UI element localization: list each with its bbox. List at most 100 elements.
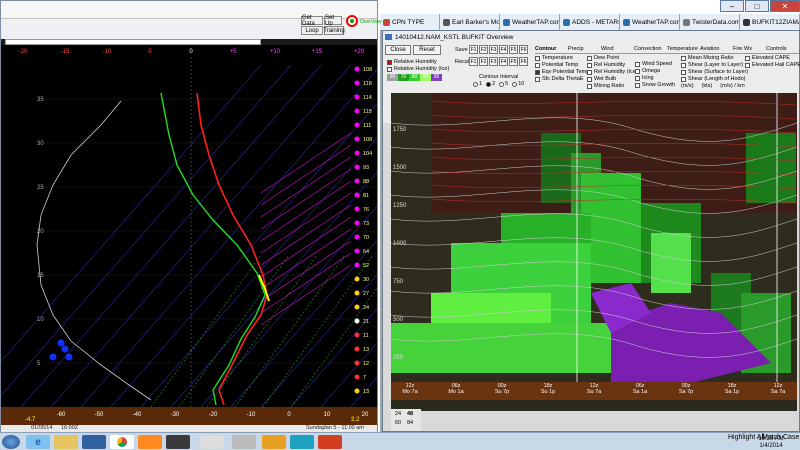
close-window-button[interactable]: ✕	[770, 0, 800, 12]
contour-option-checkbox[interactable]	[535, 77, 540, 82]
recall-f-key-button[interactable]: F1	[469, 57, 478, 66]
level-label: 30	[363, 277, 369, 283]
training-button[interactable]: Training	[323, 26, 345, 35]
precip-option-label: Mixing Ratio	[594, 83, 625, 89]
ie-icon[interactable]: e	[26, 435, 50, 449]
app-icon-5[interactable]	[318, 435, 342, 449]
precip-option-checkbox[interactable]	[587, 84, 592, 89]
rh-color-swatch: 90	[420, 74, 431, 81]
save-f-key-button[interactable]: F4	[499, 45, 508, 54]
contour-option-label: Eqv Potential Temp	[542, 69, 590, 75]
browser-tab[interactable]: TwisterData.com ...	[680, 14, 740, 30]
precip-option-checkbox[interactable]	[587, 63, 592, 68]
get-data-button[interactable]: Get Data	[301, 15, 323, 27]
browser-tab[interactable]: WeatherTAP.com ...	[620, 14, 680, 30]
fire-option-checkbox[interactable]	[745, 63, 750, 68]
browser-tab[interactable]: Earl Barker's Modi...	[440, 14, 500, 30]
recall-f-key-button[interactable]: F3	[489, 57, 498, 66]
column-header[interactable]: Controls	[766, 46, 786, 52]
app-icon-4[interactable]	[290, 435, 314, 449]
close-button[interactable]: Close	[385, 45, 411, 55]
temp-tick-label: -20	[19, 49, 28, 55]
steam-icon[interactable]	[166, 435, 190, 449]
bottom-temp-label: -40	[133, 412, 142, 418]
set-up-button[interactable]: Set Up	[324, 15, 342, 27]
time-height-plot: 1750 1500 1250 1000 750 500 250	[391, 93, 797, 411]
recall-f-key-button[interactable]: F5	[509, 57, 518, 66]
column-header[interactable]: Convection	[634, 46, 662, 52]
x-tick: 06z Sa 1a	[625, 383, 655, 395]
aviation-option-checkbox[interactable]	[681, 56, 686, 61]
fire-option-checkbox[interactable]	[745, 56, 750, 61]
column-header[interactable]: Aviation	[700, 46, 719, 52]
aviation-option-checkbox[interactable]	[681, 70, 686, 75]
browser-tab[interactable]: BUFKIT12ZIAMAN...	[740, 14, 800, 30]
app-icon-3[interactable]	[262, 435, 286, 449]
aviation-option-checkbox[interactable]	[681, 63, 686, 68]
save-f-key-button[interactable]: F6	[519, 45, 528, 54]
adiabat	[260, 192, 352, 254]
contour-option-checkbox[interactable]	[535, 70, 540, 75]
save-f-key-button[interactable]: F3	[489, 45, 498, 54]
folder-icon[interactable]	[54, 435, 78, 449]
save-f-key-button[interactable]: F5	[509, 45, 518, 54]
contour-option-checkbox[interactable]	[535, 63, 540, 68]
wind-option-checkbox[interactable]	[635, 76, 640, 81]
contour-interval-option[interactable]: 2	[486, 81, 495, 87]
browser-tab[interactable]: CPN TYPE	[380, 14, 440, 30]
browser-tab[interactable]: ADDS - METARs	[560, 14, 620, 30]
precip-option-checkbox[interactable]	[587, 70, 592, 75]
save-f-key-button[interactable]: F2	[479, 45, 488, 54]
column-header[interactable]: Contour	[535, 46, 556, 52]
column-header[interactable]: Precip	[568, 46, 584, 52]
contour-interval-option[interactable]: 5	[499, 81, 508, 87]
loop-button[interactable]: Loop	[301, 26, 323, 35]
column-header[interactable]: Fire Wx	[733, 46, 752, 52]
save-f-key-button[interactable]: F1	[469, 45, 478, 54]
column-header[interactable]: Temperature	[667, 46, 698, 52]
wind-option-checkbox[interactable]	[635, 83, 640, 88]
media-icon[interactable]	[82, 435, 106, 449]
unit-option[interactable]: (m/s) / km	[720, 83, 744, 89]
maximize-button[interactable]: □	[745, 0, 769, 12]
contour-interval-option[interactable]: 1	[473, 81, 482, 87]
recall-f-key-button[interactable]: F6	[519, 57, 528, 66]
isotherm	[110, 64, 412, 408]
reset-button[interactable]: Reset	[413, 45, 441, 55]
start-button-icon[interactable]	[2, 435, 20, 449]
adiabat	[260, 252, 352, 314]
parcel-marker	[61, 345, 69, 353]
wind-option-checkbox[interactable]	[635, 69, 640, 74]
tab-favicon-icon	[563, 18, 570, 26]
forecast-hour-box[interactable]: 24 48 60 84	[391, 409, 421, 431]
recall-f-key-button[interactable]: F4	[499, 57, 508, 66]
bottom-temp-label: -60	[57, 412, 66, 418]
precip-option-label: Dew Point	[594, 55, 620, 61]
contour-interval-option[interactable]: 10	[512, 81, 524, 87]
minimize-button[interactable]: –	[720, 0, 744, 12]
contour-option-checkbox[interactable]	[535, 56, 540, 61]
wind-option-label: Wind Speed	[642, 61, 672, 67]
level-dot	[354, 374, 360, 380]
column-header[interactable]: Wind	[601, 46, 614, 52]
unit-option[interactable]: (m/s)	[681, 83, 694, 89]
desktop: – □ ✕ CPN TYPE Earl Barker's Modi... Weath…	[0, 0, 800, 450]
app-icon-1[interactable]	[200, 435, 224, 449]
recall-f-key-button[interactable]: F2	[479, 57, 488, 66]
x-tick-labels: 12z Mo 7a 06z Mo 1a 00z Su 7p 18z Su 1p 12z Su 7a…	[391, 382, 797, 400]
rh-checkbox[interactable]	[387, 60, 392, 65]
browser-tab[interactable]: WeatherTAP.com ...	[500, 14, 560, 30]
app-icon-2[interactable]	[232, 435, 256, 449]
precip-option-checkbox[interactable]	[587, 77, 592, 82]
unit-option[interactable]: (kts)	[702, 83, 713, 89]
rh-ice-checkbox[interactable]	[387, 67, 392, 72]
level-label: 11	[363, 333, 369, 339]
precip-option-checkbox[interactable]	[587, 56, 592, 61]
level-label: 27	[363, 291, 369, 297]
rh-contour-fill	[746, 133, 796, 203]
level-dot	[354, 318, 360, 324]
chrome-icon[interactable]	[110, 435, 134, 449]
firefox-icon[interactable]	[138, 435, 162, 449]
aviation-option-checkbox[interactable]	[681, 77, 686, 82]
wind-option-checkbox[interactable]	[635, 62, 640, 67]
